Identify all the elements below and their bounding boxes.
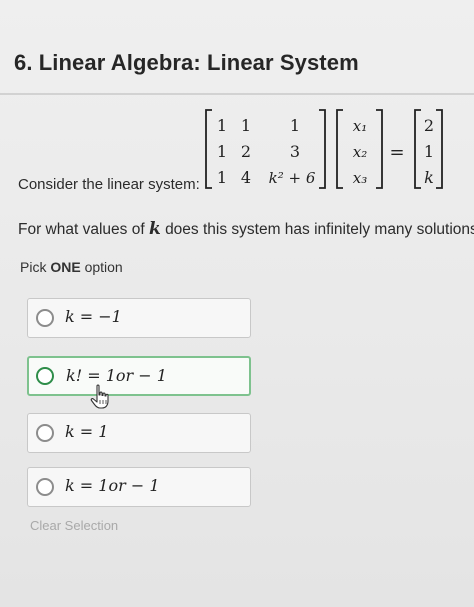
hand-pointer-icon: [90, 384, 109, 409]
matrix-a-r3c3: k² + 6: [269, 169, 316, 187]
vector-b-right-bracket: [436, 109, 443, 189]
option-3-radio[interactable]: [36, 424, 54, 442]
matrix-a-r2c2: 2: [241, 142, 251, 161]
pick-prefix: Pick: [20, 259, 47, 275]
question-variable: k: [148, 219, 161, 239]
matrix-a-r2c3: 3: [290, 142, 300, 161]
option-1[interactable]: k = −1: [27, 298, 251, 338]
vector-x-left-bracket: [336, 109, 343, 189]
option-1-radio[interactable]: [36, 309, 54, 327]
question-text-after: does this system has infinitely many sol…: [165, 221, 474, 238]
question-title: 6. Linear Algebra: Linear System: [14, 50, 359, 75]
matrix-a-left-bracket: [205, 109, 212, 189]
matrix-a-r1c1: 1: [217, 116, 227, 135]
option-1-label: k = −1: [65, 307, 122, 326]
vector-b-3: k: [424, 168, 434, 187]
divider: [0, 93, 474, 95]
pick-suffix: option: [84, 259, 123, 275]
matrix-a-r2c1: 1: [217, 142, 227, 161]
vector-x-right-bracket: [376, 109, 383, 189]
option-3[interactable]: k = 1: [27, 413, 251, 453]
option-2[interactable]: k! = 1or − 1: [27, 356, 251, 396]
question-text: For what values of k does this system ha…: [18, 219, 474, 239]
matrix-a-right-bracket: [319, 109, 326, 189]
clear-selection-link[interactable]: Clear Selection: [30, 518, 118, 533]
matrix-a-r1c3: 1: [290, 116, 300, 135]
pick-strong: ONE: [50, 259, 81, 275]
vector-x-1: x₁: [353, 117, 367, 135]
vector-b-left-bracket: [414, 109, 421, 189]
option-4[interactable]: k = 1or − 1: [27, 467, 251, 507]
option-2-radio[interactable]: [36, 367, 54, 385]
linear-system-equation: 1 1 1 1 2 3 1 4 k² + 6 x₁ x₂ x₃ = 2 1 k: [205, 109, 443, 189]
option-2-label: k! = 1or − 1: [66, 366, 167, 385]
vector-x-2: x₂: [353, 143, 367, 161]
pick-instruction: Pick ONE option: [20, 259, 123, 275]
vector-b-1: 2: [424, 116, 434, 135]
matrix-a-r3c1: 1: [217, 168, 227, 187]
matrix-a-r1c2: 1: [241, 116, 251, 135]
vector-b-2: 1: [424, 142, 434, 161]
matrix-a-r3c2: 4: [241, 168, 251, 187]
equals-sign: =: [389, 142, 404, 163]
option-3-label: k = 1: [65, 422, 109, 441]
option-4-label: k = 1or − 1: [65, 476, 160, 495]
vector-x-3: x₃: [353, 169, 367, 187]
option-4-radio[interactable]: [36, 478, 54, 496]
question-text-before: For what values of: [18, 221, 145, 238]
